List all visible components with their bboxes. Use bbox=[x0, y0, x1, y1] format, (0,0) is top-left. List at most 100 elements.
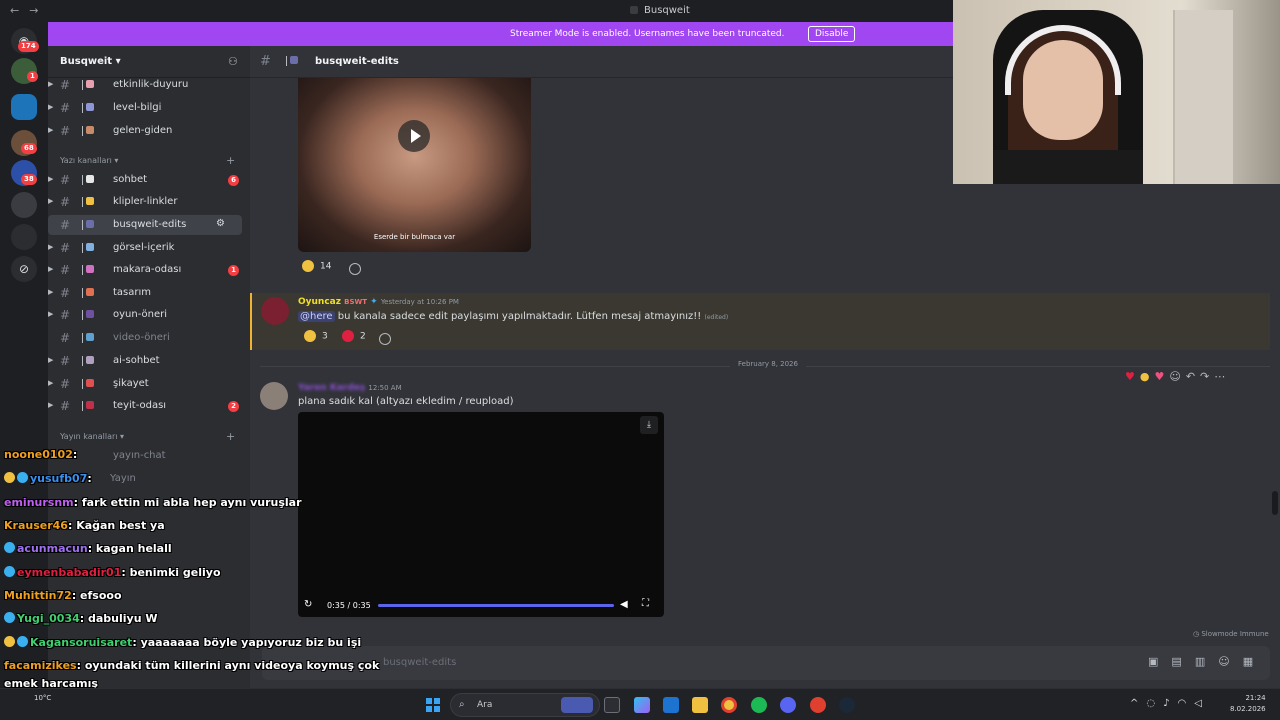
apps-icon[interactable]: ▦ bbox=[1243, 655, 1266, 668]
channel-item-active[interactable]: # busqweit-edits ⚙ bbox=[48, 215, 242, 235]
microphone-icon[interactable]: ♪ bbox=[1163, 698, 1177, 709]
emoji-icon[interactable]: ☺ bbox=[1218, 655, 1242, 668]
store-icon[interactable] bbox=[663, 697, 679, 713]
channel-item[interactable]: ▶ # gelen-giden bbox=[48, 121, 250, 141]
channel-item[interactable]: ▶ # sohbet 6 bbox=[48, 170, 250, 190]
reaction-heart[interactable]: 2 bbox=[342, 330, 366, 348]
video-player[interactable]: ⤓ ↻ 0:35 / 0:35 ◀ ⛶ bbox=[298, 412, 664, 617]
message-author[interactable]: Yaren Kardeş 12:50 AM bbox=[298, 383, 402, 393]
message-author[interactable]: Oyuncaz BSWT ✦ Yesterday at 10:26 PM bbox=[298, 297, 459, 307]
slowmode-indicator: ◷ Slowmode Immune bbox=[1193, 630, 1269, 638]
unread-badge: 1 bbox=[228, 265, 239, 276]
reply-icon[interactable]: ↶ bbox=[1186, 370, 1195, 383]
scrollbar[interactable] bbox=[1272, 491, 1278, 515]
play-icon[interactable] bbox=[398, 120, 430, 152]
taskbar-search[interactable]: ⌕ Ara bbox=[450, 693, 600, 717]
dm-badge: 174 bbox=[18, 41, 39, 52]
spotify-icon[interactable] bbox=[751, 697, 767, 713]
server-icon-raft[interactable] bbox=[11, 94, 37, 120]
channel-item[interactable]: ▶ # level-bilgi bbox=[48, 98, 250, 118]
mention[interactable]: @here bbox=[298, 311, 335, 322]
server-icon[interactable] bbox=[11, 224, 37, 250]
windows-taskbar: 10°C ⌕ Ara ^◌♪◠◁ 21:24 8.02.2026 bbox=[0, 688, 1280, 720]
channel-item[interactable]: ▶ # oyun-öneri bbox=[48, 305, 250, 325]
chat-line: eminursnm: fark ettin mi abla hep aynı v… bbox=[4, 496, 302, 509]
replay-icon[interactable]: ↻ bbox=[304, 599, 312, 610]
invite-user-icon[interactable]: ⚇ bbox=[228, 55, 238, 68]
heart-emoji-icon bbox=[342, 330, 354, 342]
settings-gear-icon[interactable]: ⚙ bbox=[216, 218, 225, 229]
file-explorer-icon[interactable] bbox=[692, 697, 708, 713]
progress-bar[interactable] bbox=[378, 604, 614, 607]
add-reaction-icon[interactable] bbox=[379, 333, 391, 345]
task-view-icon[interactable] bbox=[604, 697, 620, 713]
discord-icon[interactable] bbox=[780, 697, 796, 713]
add-reaction-icon[interactable] bbox=[349, 263, 361, 275]
message-composer[interactable]: busqweit-edits ▣▤▥☺▦ bbox=[262, 646, 1270, 680]
chat-line: Muhittin72: efsooo bbox=[4, 589, 122, 602]
add-reaction-icon[interactable]: ☺ bbox=[1169, 370, 1180, 383]
chevron-up-icon[interactable]: ^ bbox=[1130, 698, 1146, 709]
avatar[interactable] bbox=[260, 382, 288, 410]
chat-badge-icon bbox=[4, 636, 15, 647]
channel-item[interactable]: ▶ # ai-sohbet bbox=[48, 351, 250, 371]
thumbs-up-reaction-icon[interactable]: ● bbox=[1140, 370, 1150, 383]
forward-icon[interactable]: ↷ bbox=[1200, 370, 1209, 383]
add-channel-icon[interactable]: + bbox=[226, 430, 235, 443]
channel-item[interactable]: ▶ # görsel-içerik bbox=[48, 238, 250, 258]
category-text-channels[interactable]: Yazı kanalları ▾ + bbox=[60, 154, 235, 167]
reaction-thumbs-up[interactable]: 3 bbox=[304, 330, 328, 348]
sticker-icon[interactable]: ▥ bbox=[1195, 655, 1218, 668]
copilot-icon[interactable] bbox=[634, 697, 650, 713]
heart-reaction-icon[interactable]: ♥ bbox=[1125, 370, 1135, 383]
hash-icon: # bbox=[260, 54, 271, 69]
discover-compass-icon[interactable]: ⊘ bbox=[11, 256, 37, 282]
forward-arrow-icon[interactable]: → bbox=[29, 4, 38, 17]
add-channel-icon[interactable]: + bbox=[226, 154, 235, 167]
chat-badge-icon bbox=[4, 566, 15, 577]
steam-icon[interactable] bbox=[839, 697, 855, 713]
voice-channel-item[interactable]: yayın-chat bbox=[48, 446, 250, 466]
chrome-icon[interactable] bbox=[721, 697, 737, 713]
date-separator: February 8, 2026 bbox=[260, 360, 1270, 368]
fullscreen-icon[interactable]: ⛶ bbox=[642, 598, 649, 609]
channel-item[interactable]: ▶ # şikayet bbox=[48, 374, 250, 394]
wifi-icon[interactable]: ◠ bbox=[1178, 698, 1195, 709]
back-arrow-icon[interactable]: ← bbox=[10, 4, 19, 17]
streamer-mode-banner: Streamer Mode is enabled. Usernames have… bbox=[48, 22, 953, 46]
avatar[interactable] bbox=[261, 297, 289, 325]
windows-start-icon[interactable] bbox=[426, 698, 440, 712]
heart-emoji-icon[interactable]: ♥ bbox=[1154, 370, 1164, 383]
volume-icon[interactable]: ◀ bbox=[620, 599, 628, 610]
gif-icon[interactable]: ▤ bbox=[1171, 655, 1194, 668]
download-icon[interactable]: ⤓ bbox=[640, 416, 658, 434]
server-icon[interactable] bbox=[11, 192, 37, 218]
network-icon[interactable]: ◌ bbox=[1146, 698, 1163, 709]
clock[interactable]: 21:24 8.02.2026 bbox=[1230, 693, 1266, 715]
channel-item[interactable]: # video-öneri bbox=[48, 328, 250, 348]
disable-button[interactable]: Disable bbox=[808, 26, 856, 42]
channel-item[interactable]: ▶ # klipler-linkler bbox=[48, 192, 250, 212]
gift-icon[interactable]: ▣ bbox=[1148, 655, 1171, 668]
chat-line: facamizikes: oyundaki tüm killerini aynı… bbox=[4, 659, 380, 672]
server-header[interactable]: Busqweit ▾ ⚇ bbox=[48, 46, 250, 78]
weather-widget[interactable]: 10°C bbox=[34, 694, 51, 702]
channel-item[interactable]: ▶ # makara-odası 1 bbox=[48, 260, 250, 280]
app-icon[interactable] bbox=[810, 697, 826, 713]
channel-item[interactable]: ▶ # teyit-odası 2 bbox=[48, 396, 250, 416]
chat-line: yusufb07: bbox=[4, 472, 92, 485]
video-attachment[interactable]: Eserde bir bulmaca var bbox=[298, 78, 531, 252]
window-title: Busqweit bbox=[630, 5, 690, 16]
more-icon[interactable]: ⋯ bbox=[1214, 370, 1225, 383]
reaction-laugh[interactable]: 14 bbox=[302, 260, 331, 278]
chat-badge-icon bbox=[4, 612, 15, 623]
server-name: Busqweit bbox=[60, 56, 113, 67]
volume-icon[interactable]: ◁ bbox=[1194, 698, 1210, 709]
message-text: @here bu kanala sadece edit paylaşımı ya… bbox=[298, 311, 729, 322]
server-badge: 38 bbox=[21, 174, 37, 185]
channel-item[interactable]: ▶ # etkinlik-duyuru bbox=[48, 75, 250, 95]
server-badge: 1 bbox=[27, 71, 38, 82]
category-voice-channels[interactable]: Yayın kanalları ▾ + bbox=[60, 430, 235, 443]
channel-item[interactable]: ▶ # tasarım bbox=[48, 283, 250, 303]
pinned-message: Oyuncaz BSWT ✦ Yesterday at 10:26 PM @he… bbox=[250, 293, 1270, 350]
